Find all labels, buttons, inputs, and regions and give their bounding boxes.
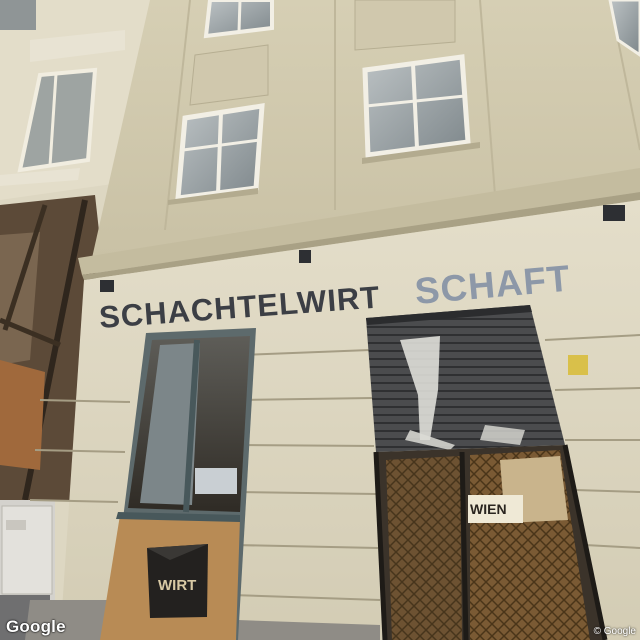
top-window (203, 0, 274, 39)
street-view-scene: SCHACHTELWIRT SCHAFT WIRT WIEN Google © … (0, 0, 640, 640)
bag-label: WIRT (158, 577, 196, 594)
notice-sticker (568, 355, 588, 375)
door-sign: WIEN (470, 501, 507, 517)
upper-window-left (175, 103, 265, 201)
copyright-text: © Google (593, 626, 636, 637)
upper-window-right (362, 54, 471, 158)
camera-icon (100, 280, 114, 292)
google-logo: Google (6, 617, 66, 636)
building-facade: SCHACHTELWIRT SCHAFT WIRT WIEN (0, 0, 640, 640)
camera-icon (299, 250, 311, 263)
camera-icon (603, 205, 625, 221)
